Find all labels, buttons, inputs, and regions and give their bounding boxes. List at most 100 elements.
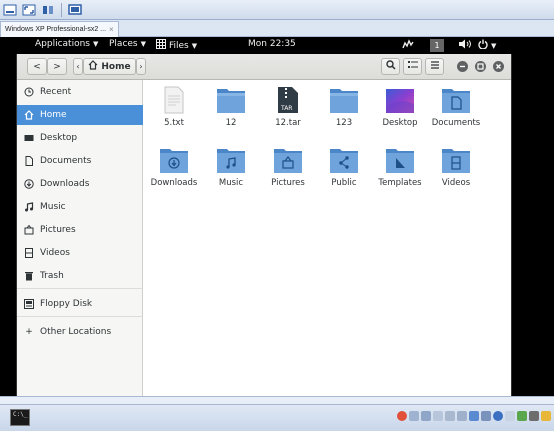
sidebar-item-downloads[interactable]: Downloads <box>17 174 143 194</box>
moon-icon[interactable] <box>421 411 431 421</box>
sidebar-item-label: Recent <box>40 87 72 97</box>
user-icon[interactable] <box>457 411 467 421</box>
sidebar-item-desktop[interactable]: Desktop <box>17 128 143 148</box>
folder-item[interactable]: Downloads <box>148 146 200 190</box>
sidebar-item-label: Home <box>40 110 67 120</box>
sidebar-item-recent[interactable]: Recent <box>17 82 143 102</box>
chevron-right-icon: > <box>53 61 61 72</box>
clock-icon <box>24 87 34 97</box>
home-icon <box>88 60 98 73</box>
documents-folder-icon <box>442 89 470 113</box>
desktop-folder-icon <box>386 89 414 113</box>
pictures-icon <box>24 225 34 235</box>
chevron-down-icon: ▼ <box>92 40 99 48</box>
plus-icon: + <box>25 327 33 337</box>
clock[interactable]: Mon 22:35 <box>248 39 296 49</box>
folder-item[interactable]: Videos <box>430 146 482 190</box>
view-toggle-button[interactable] <box>403 58 422 75</box>
sidebar-item-label: Trash <box>40 271 64 281</box>
help-icon[interactable] <box>493 411 503 421</box>
chevron-down-icon: ▼ <box>191 41 198 50</box>
folder-item[interactable]: Public <box>318 146 370 190</box>
folder-item[interactable]: 123 <box>318 86 370 130</box>
close-window-button[interactable] <box>493 61 504 72</box>
host-tabbar: Windows XP Professional-sx2 ... × <box>0 20 554 37</box>
back-button[interactable]: < <box>27 58 47 75</box>
network-icon[interactable] <box>409 411 419 421</box>
wrench-icon[interactable] <box>469 411 479 421</box>
download-icon <box>24 179 34 189</box>
file-label: Public <box>331 178 357 188</box>
folder-item[interactable]: Templates <box>374 146 426 190</box>
minimize-vm-icon[interactable] <box>2 3 18 17</box>
music-folder-icon <box>217 149 245 173</box>
sidebar-item-documents[interactable]: Documents <box>17 151 143 171</box>
folder-item[interactable]: Documents <box>430 86 482 130</box>
maximize-button[interactable] <box>475 61 486 72</box>
vm-tab[interactable]: Windows XP Professional-sx2 ... × <box>0 21 119 37</box>
sidebar-item-home[interactable]: Home <box>17 105 143 125</box>
close-icon[interactable]: × <box>109 25 114 34</box>
vm-tab-title: Windows XP Professional-sx2 ... <box>5 26 107 33</box>
applications-menu[interactable]: Applications ▼ <box>35 39 98 49</box>
bluetooth-icon[interactable] <box>505 411 515 421</box>
menu-button[interactable] <box>425 58 444 75</box>
display-icon[interactable] <box>481 411 491 421</box>
host-taskbar: C:\_ <box>0 404 554 431</box>
sidebar-item-label: Pictures <box>40 225 76 235</box>
sidebar-item-floppy-disk[interactable]: Floppy Disk <box>17 294 143 314</box>
workspace-indicator[interactable]: 1 <box>430 39 444 52</box>
places-menu[interactable]: Places ▼ <box>109 39 146 49</box>
path-home-button[interactable]: Home <box>83 58 136 75</box>
videos-folder-icon <box>442 149 470 173</box>
folder-item[interactable]: 12 <box>205 86 257 130</box>
sidebar-item-pictures[interactable]: Pictures <box>17 220 143 240</box>
file-label: 5.txt <box>164 118 184 128</box>
sidebar-item-trash[interactable]: Trash <box>17 266 143 286</box>
host-status-strip <box>0 396 554 404</box>
file-item[interactable]: 5.txt <box>148 86 200 130</box>
update-icon[interactable] <box>517 411 527 421</box>
folder-item[interactable]: Pictures <box>262 146 314 190</box>
maximize-icon <box>477 63 484 70</box>
files-app-label: Files <box>169 40 189 51</box>
pictures-folder-icon <box>274 149 302 173</box>
folder-item[interactable]: Music <box>205 146 257 190</box>
archive-badge: TAR <box>280 105 292 112</box>
status-icon[interactable] <box>397 411 407 421</box>
file-label: 12 <box>225 118 237 128</box>
power-menu[interactable]: ▼ <box>478 39 496 52</box>
file-label: Pictures <box>271 178 305 188</box>
sidebar-item-label: Videos <box>40 248 70 258</box>
sidebar-item-other-locations[interactable]: + Other Locations <box>17 322 143 342</box>
files-app-menu[interactable]: Files ▼ <box>156 39 197 52</box>
path-scroll-right-button[interactable]: › <box>136 58 146 75</box>
minimize-button[interactable] <box>457 61 468 72</box>
sidebar-item-music[interactable]: Music <box>17 197 143 217</box>
display-vm-icon[interactable] <box>67 3 83 17</box>
accessibility-icon[interactable] <box>402 39 414 49</box>
file-label: 12.tar <box>275 118 301 128</box>
sidebar-item-videos[interactable]: Videos <box>17 243 143 263</box>
search-button[interactable] <box>381 58 400 75</box>
folder-icon <box>330 89 358 113</box>
settings-vm-icon[interactable] <box>40 3 56 17</box>
archive-item[interactable]: TAR 12.tar <box>262 86 314 130</box>
volume-icon[interactable] <box>458 39 472 49</box>
shield-icon[interactable] <box>445 411 455 421</box>
desktop-folder-item[interactable]: Desktop <box>374 86 426 130</box>
sidebar-divider <box>17 288 143 289</box>
forward-button[interactable]: > <box>47 58 67 75</box>
speaker-icon[interactable] <box>529 411 539 421</box>
list-view-icon <box>407 60 418 73</box>
terminal-icon[interactable]: C:\_ <box>10 409 30 426</box>
fullscreen-vm-icon[interactable] <box>21 3 37 17</box>
keyboard-icon[interactable] <box>433 411 443 421</box>
tray-extra-icon[interactable] <box>541 411 551 421</box>
path-scroll-left-button[interactable]: ‹ <box>73 58 83 75</box>
desktop-icon <box>24 133 34 143</box>
path-scroll-left-label: ‹ <box>76 62 80 71</box>
host-toolbar <box>0 0 554 20</box>
clock-label: Mon 22:35 <box>248 39 296 49</box>
sidebar-item-label: Downloads <box>40 179 90 189</box>
